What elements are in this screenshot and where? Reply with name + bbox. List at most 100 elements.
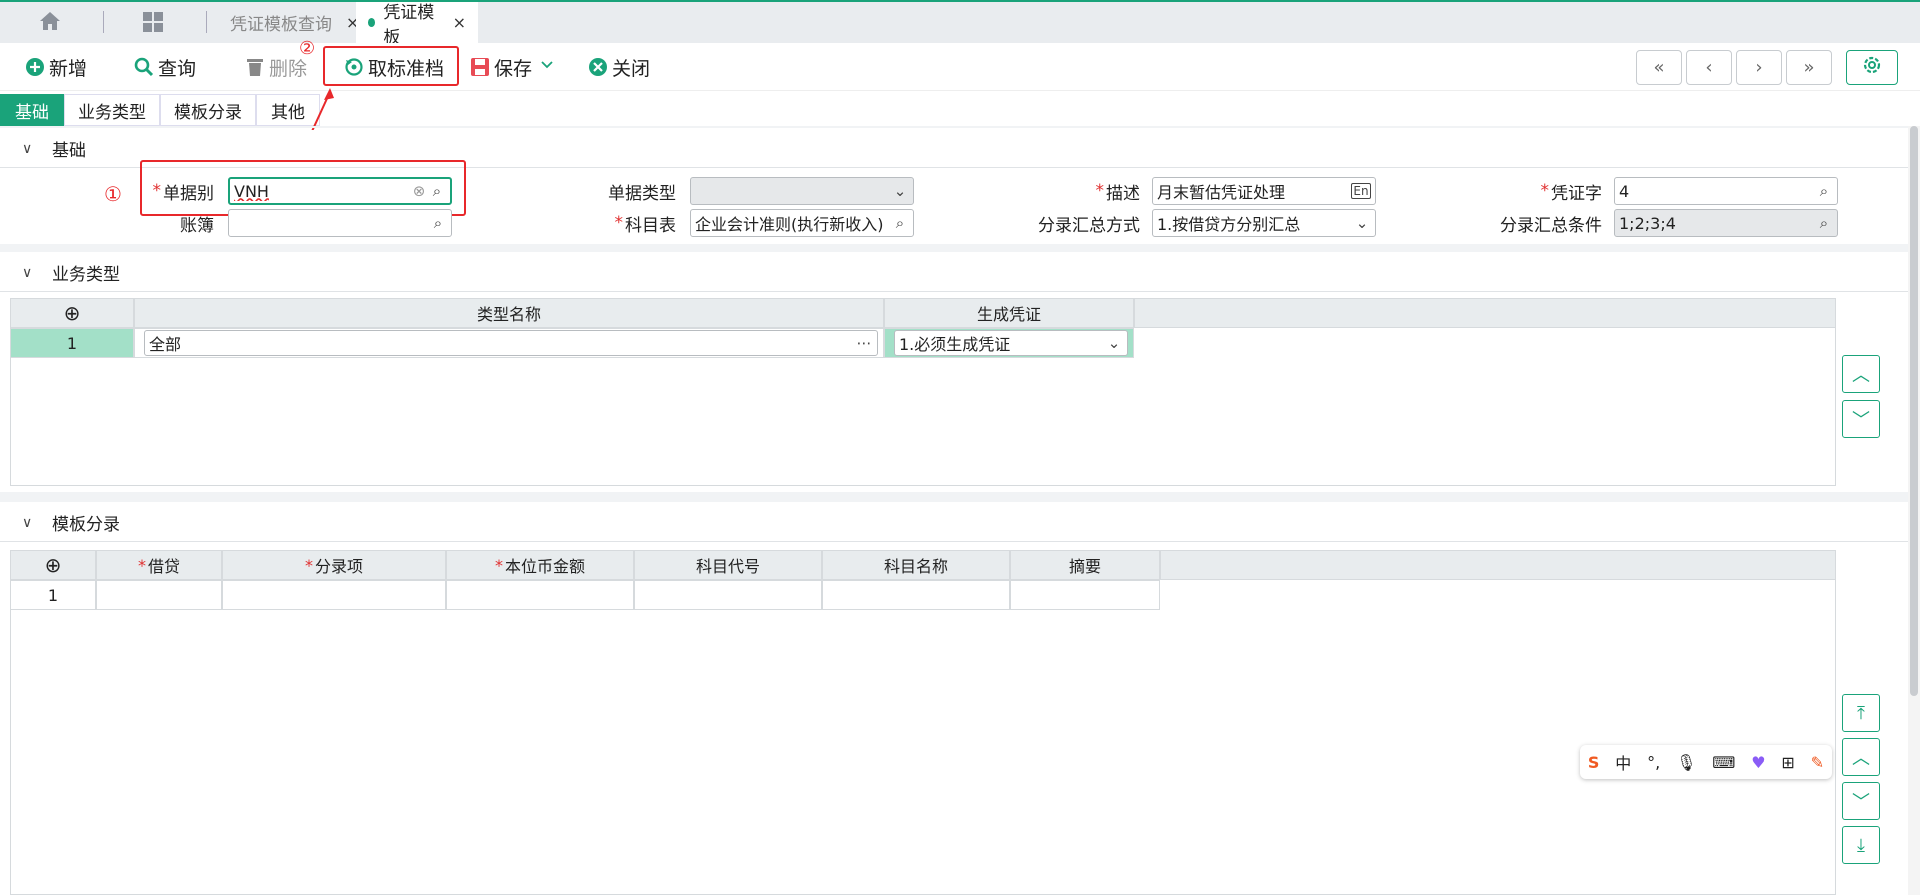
chevron-down-icon: ⌄ [893, 182, 907, 200]
search-icon[interactable]: ⌕ [1815, 214, 1833, 232]
next-record-button[interactable]: › [1736, 50, 1782, 85]
delete-button[interactable]: 删除 [245, 49, 307, 85]
chevron-up-icon: ︿ [1852, 365, 1870, 386]
voucher-word-field[interactable]: 4 ⌕ [1614, 177, 1838, 205]
doc-category-field[interactable]: VNH ⊗ ⌕ [228, 177, 452, 205]
summary-cond-label: 分录汇总条件 [1500, 215, 1602, 236]
chevron-down-icon: ∨ [22, 514, 33, 531]
chevron-down-icon: ⌄ [1355, 214, 1369, 232]
subtab-basic[interactable]: 基础 [0, 94, 64, 126]
account-name-cell[interactable] [822, 580, 1010, 610]
close-circle-icon [588, 57, 608, 77]
col-type-name: 类型名称 [134, 298, 884, 328]
cancel-archive-label: 取标准档 [368, 57, 445, 80]
microphone-icon[interactable]: 🎙 [1676, 753, 1696, 772]
move-up-button[interactable]: ︿ [1842, 355, 1880, 393]
plus-circle-icon: ⊕ [44, 553, 62, 577]
summary-cond-field[interactable]: 1;2;3;4 ⌕ [1614, 209, 1838, 237]
gen-voucher-select[interactable]: 1.必须生成凭证 ⌄ [894, 330, 1128, 356]
type-name-value: 全部 [149, 335, 182, 354]
desc-label: * 描述 [1095, 181, 1141, 204]
move-bottom-button[interactable]: ⤓ [1842, 826, 1880, 864]
cancel-archive-button[interactable]: 取标准档 [344, 49, 444, 85]
summary-method-select[interactable]: 1.按借贷方分别汇总 ⌄ [1152, 209, 1376, 237]
account-code-cell[interactable] [634, 580, 822, 610]
col-base-amount: * 本位币金额 [446, 550, 634, 580]
col-summary: 摘要 [1010, 550, 1160, 580]
search-icon[interactable]: ⌕ [429, 214, 447, 232]
entry-item-cell[interactable] [222, 580, 446, 610]
floppy-icon [470, 57, 490, 77]
chevron-down-icon: ﹀ [1852, 792, 1870, 813]
ledger-field[interactable]: ⌕ [228, 209, 452, 237]
skin-icon[interactable]: ♥ [1751, 753, 1765, 772]
summary-method-label: 分录汇总方式 [1038, 215, 1140, 236]
move-down-button[interactable]: ﹀ [1842, 782, 1880, 820]
more-icon[interactable]: ⋯ [855, 334, 873, 352]
add-row-button[interactable]: ⊕ [10, 298, 134, 328]
double-chevron-left-icon: « [1653, 57, 1665, 78]
section-title: 基础 [52, 141, 86, 161]
annotation-2: ② [299, 38, 316, 59]
doc-type-select[interactable]: ⌄ [690, 177, 914, 205]
chevron-down-icon: ⌄ [1107, 334, 1121, 352]
sogou-logo-icon[interactable]: S [1588, 753, 1600, 772]
doc-category-value: VNH [234, 181, 269, 201]
section-biz-type-header[interactable]: ∨ 业务类型 [0, 254, 1908, 292]
ime-language-toggle[interactable]: 中 [1615, 750, 1631, 774]
grid-icon[interactable] [142, 11, 166, 35]
col-account-code: 科目代号 [634, 550, 822, 580]
type-name-field[interactable]: 全部 ⋯ [144, 330, 878, 356]
first-record-button[interactable]: « [1636, 50, 1682, 85]
clear-icon[interactable]: ⊗ [410, 182, 428, 200]
search-icon[interactable]: ⌕ [891, 214, 909, 232]
scrollbar-thumb[interactable] [1910, 126, 1918, 696]
subtab-template-entries[interactable]: 模板分录 [160, 94, 256, 126]
close-button[interactable]: 关闭 [588, 49, 650, 85]
desc-field[interactable]: 月末暂估凭证处理 En [1152, 177, 1376, 205]
settings-button[interactable] [1846, 50, 1898, 85]
prev-record-button[interactable]: ‹ [1686, 50, 1732, 85]
home-icon[interactable] [38, 10, 64, 34]
chevron-down-icon[interactable] [540, 57, 554, 71]
summary-cell[interactable] [1010, 580, 1160, 610]
move-down-button[interactable]: ﹀ [1842, 400, 1880, 438]
plus-circle-icon [25, 57, 45, 77]
gen-voucher-value: 1.必须生成凭证 [899, 335, 1011, 354]
doc-category-label: * 单据别 [152, 181, 215, 204]
divider [0, 244, 1908, 252]
subtab-biz-type[interactable]: 业务类型 [64, 94, 160, 126]
chevron-up-icon: ︿ [1852, 748, 1870, 769]
add-entry-button[interactable]: ⊕ [10, 550, 96, 580]
punctuation-icon[interactable]: °, [1647, 753, 1660, 772]
save-label: 保存 [494, 57, 533, 80]
search-icon[interactable]: ⌕ [1815, 182, 1833, 200]
last-record-button[interactable]: » [1786, 50, 1832, 85]
chevron-right-icon: › [1755, 57, 1763, 78]
new-label: 新增 [49, 57, 88, 80]
base-amount-cell[interactable] [446, 580, 634, 610]
voucher-word-value: 4 [1619, 181, 1630, 201]
tab-label: 凭证模板查询 [230, 15, 332, 35]
move-top-button[interactable]: ⤒ [1842, 694, 1880, 732]
query-label: 查询 [158, 57, 197, 80]
tool-icon[interactable]: ✎ [1811, 753, 1824, 772]
query-button[interactable]: 查询 [134, 49, 196, 85]
search-icon[interactable]: ⌕ [428, 182, 446, 200]
grid-filler [1134, 298, 1836, 328]
tab-voucher-template-query[interactable]: 凭证模板查询 × [218, 2, 371, 43]
tab-voucher-template[interactable]: 凭证模板 × [356, 2, 478, 48]
close-icon[interactable]: × [453, 13, 466, 32]
save-button[interactable]: 保存 [470, 49, 532, 85]
chevron-down-icon: ∨ [22, 264, 33, 281]
apps-icon[interactable]: ⊞ [1781, 753, 1794, 772]
account-table-field[interactable]: 企业会计准则(执行新收入) ⌕ [690, 209, 914, 237]
new-button[interactable]: 新增 [25, 49, 87, 85]
section-template-entries-header[interactable]: ∨ 模板分录 [0, 504, 1908, 542]
translate-icon[interactable]: En [1351, 183, 1371, 199]
debit-credit-cell[interactable] [96, 580, 222, 610]
keyboard-icon[interactable]: ⌨ [1712, 753, 1735, 772]
move-up-button[interactable]: ︿ [1842, 738, 1880, 776]
ledger-label: 账簿 [180, 215, 214, 236]
account-table-label: * 科目表 [614, 213, 677, 236]
